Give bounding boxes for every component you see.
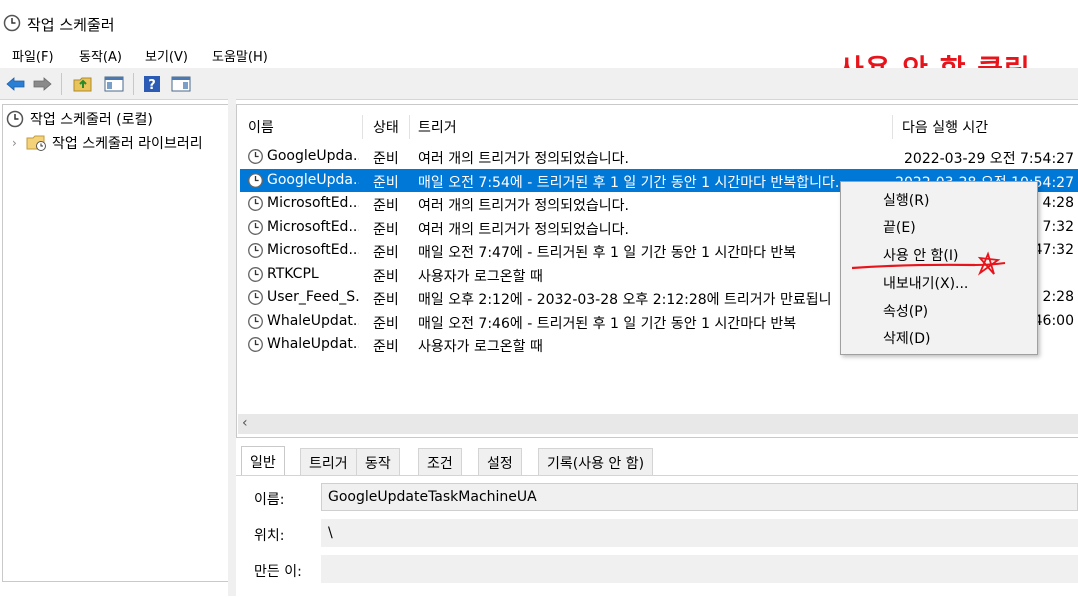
task-status: 준비 bbox=[373, 174, 399, 191]
menu-item-end[interactable]: 끝(E) bbox=[841, 214, 1037, 240]
clock-icon bbox=[3, 14, 21, 32]
column-header-next-run[interactable]: 다음 실행 시간 bbox=[902, 117, 988, 137]
table-row[interactable]: GoogleUpda... 준비 여러 개의 트리거가 정의되었습니다. 2022-0… bbox=[240, 145, 1078, 168]
task-status: 준비 bbox=[373, 339, 399, 355]
scroll-left-icon[interactable]: ‹ bbox=[242, 415, 248, 431]
author-label: 만든 이: bbox=[254, 564, 302, 580]
show-hide-action-pane-icon[interactable] bbox=[170, 73, 192, 95]
menu-item-run[interactable]: 실행(R) bbox=[841, 187, 1037, 213]
tree-item-root[interactable]: 작업 스케줄러 (로컬) bbox=[6, 108, 153, 130]
task-trigger: 매일 오전 7:46에 - 트리거된 후 1 일 기간 동안 1 시간마다 반복 bbox=[418, 315, 797, 332]
window-title: 작업 스케줄러 bbox=[27, 16, 115, 34]
tab-history[interactable]: 기록(사용 안 함) bbox=[538, 448, 654, 476]
task-trigger: 매일 오후 2:12에 - 2032-03-28 오후 2:12:28에 트리거… bbox=[418, 292, 832, 308]
task-trigger: 여러 개의 트리거가 정의되었습니다. bbox=[418, 198, 629, 214]
tab-conditions[interactable]: 조건 bbox=[418, 448, 462, 476]
menu-item-delete[interactable]: 삭제(D) bbox=[841, 325, 1037, 351]
task-name: MicrosoftEd... bbox=[267, 195, 359, 211]
clock-icon bbox=[248, 266, 263, 282]
column-separator[interactable] bbox=[409, 115, 410, 139]
svg-text:?: ? bbox=[148, 78, 156, 93]
task-name: GoogleUpda... bbox=[267, 171, 359, 188]
task-status: 준비 bbox=[373, 221, 399, 238]
task-trigger: 매일 오전 7:47에 - 트리거된 후 1 일 기간 동안 1 시간마다 반복 bbox=[418, 245, 797, 261]
task-name: WhaleUpdat... bbox=[267, 312, 359, 329]
forward-arrow-icon[interactable] bbox=[31, 73, 53, 95]
toolbar: ? bbox=[0, 68, 1078, 100]
back-arrow-icon[interactable] bbox=[5, 73, 27, 95]
clock-icon bbox=[248, 313, 263, 329]
task-name: GoogleUpda... bbox=[267, 148, 359, 164]
task-trigger: 매일 오전 7:54에 - 트리거된 후 1 일 기간 동안 1 시간마다 반복… bbox=[418, 174, 840, 191]
task-status: 준비 bbox=[373, 315, 399, 332]
task-next-run: 46:00 bbox=[1033, 312, 1074, 329]
tab-divider bbox=[236, 475, 1078, 476]
help-icon[interactable]: ? bbox=[141, 73, 163, 95]
tree-item-library[interactable]: › 작업 스케줄러 라이브러리 bbox=[12, 132, 203, 154]
clock-icon bbox=[248, 243, 263, 258]
location-field: \ bbox=[321, 519, 1078, 547]
toolbar-separator bbox=[133, 73, 134, 95]
title-bar: 작업 스케줄러 bbox=[0, 0, 1078, 44]
name-field[interactable]: GoogleUpdateTaskMachineUA bbox=[321, 483, 1078, 511]
author-field bbox=[321, 555, 1078, 583]
task-status: 준비 bbox=[373, 245, 399, 261]
task-status: 준비 bbox=[373, 292, 399, 308]
task-name: RTKCPL bbox=[267, 265, 319, 282]
column-header-name[interactable]: 이름 bbox=[248, 117, 274, 137]
menu-item-properties[interactable]: 속성(P) bbox=[841, 298, 1037, 324]
column-separator[interactable] bbox=[892, 115, 893, 139]
task-next-run: 47:32 bbox=[1033, 242, 1074, 258]
folder-up-icon[interactable] bbox=[72, 73, 94, 95]
location-label: 위치: bbox=[254, 528, 285, 544]
tree-item-label: 작업 스케줄러 라이브러리 bbox=[52, 136, 203, 152]
column-header-trigger[interactable]: 트리거 bbox=[418, 117, 457, 137]
task-trigger: 여러 개의 트리거가 정의되었습니다. bbox=[418, 151, 629, 167]
console-tree: 작업 스케줄러 (로컬) › 작업 스케줄러 라이브러리 bbox=[2, 104, 229, 582]
task-next-run: 2:28 bbox=[1042, 289, 1074, 305]
name-label: 이름: bbox=[254, 492, 285, 508]
folder-clock-icon bbox=[26, 135, 46, 151]
clock-icon bbox=[248, 219, 263, 235]
tab-triggers[interactable]: 트리거 bbox=[300, 448, 357, 476]
task-name: MicrosoftEd... bbox=[267, 218, 359, 235]
clock-icon bbox=[248, 149, 263, 164]
pane-splitter[interactable] bbox=[228, 99, 236, 596]
clock-icon bbox=[248, 196, 263, 211]
task-status: 준비 bbox=[373, 198, 399, 214]
detail-pane: 일반 트리거 동작 조건 설정 기록(사용 안 함) 이름: GoogleUpd… bbox=[236, 437, 1078, 597]
menu-view[interactable]: 보기(V) bbox=[145, 46, 188, 65]
column-header-status[interactable]: 상태 bbox=[373, 117, 399, 137]
chevron-right-icon[interactable]: › bbox=[12, 136, 26, 150]
task-next-run: 7:32 bbox=[1042, 218, 1074, 235]
task-trigger: 사용자가 로그온할 때 bbox=[418, 268, 543, 285]
annotation-underline bbox=[851, 251, 1006, 276]
task-trigger: 사용자가 로그온할 때 bbox=[418, 339, 543, 355]
tree-item-label: 작업 스케줄러 (로컬) bbox=[30, 112, 153, 128]
column-separator[interactable] bbox=[362, 115, 363, 139]
task-status: 준비 bbox=[373, 268, 399, 285]
toolbar-separator bbox=[61, 73, 62, 95]
tab-general[interactable]: 일반 bbox=[241, 446, 285, 476]
task-name: User_Feed_S... bbox=[267, 289, 359, 305]
task-name: WhaleUpdat... bbox=[267, 336, 359, 352]
horizontal-scrollbar[interactable]: ‹ bbox=[238, 414, 1078, 434]
tab-actions[interactable]: 동작 bbox=[356, 448, 400, 476]
task-next-run: 2022-03-29 오전 7:54:27 bbox=[904, 151, 1074, 167]
tab-settings[interactable]: 설정 bbox=[478, 448, 522, 476]
clock-icon bbox=[248, 172, 263, 188]
clock-icon bbox=[248, 337, 263, 352]
task-trigger: 여러 개의 트리거가 정의되었습니다. bbox=[418, 221, 629, 238]
menu-file[interactable]: 파일(F) bbox=[12, 46, 54, 65]
task-next-run: 4:28 bbox=[1042, 195, 1074, 211]
clock-icon bbox=[6, 110, 24, 128]
show-hide-console-tree-icon[interactable] bbox=[103, 73, 125, 95]
task-status: 준비 bbox=[373, 151, 399, 167]
clock-icon bbox=[248, 290, 263, 305]
task-name: MicrosoftEd... bbox=[267, 242, 359, 258]
menu-action[interactable]: 동작(A) bbox=[79, 46, 122, 65]
menu-help[interactable]: 도움말(H) bbox=[212, 46, 268, 65]
